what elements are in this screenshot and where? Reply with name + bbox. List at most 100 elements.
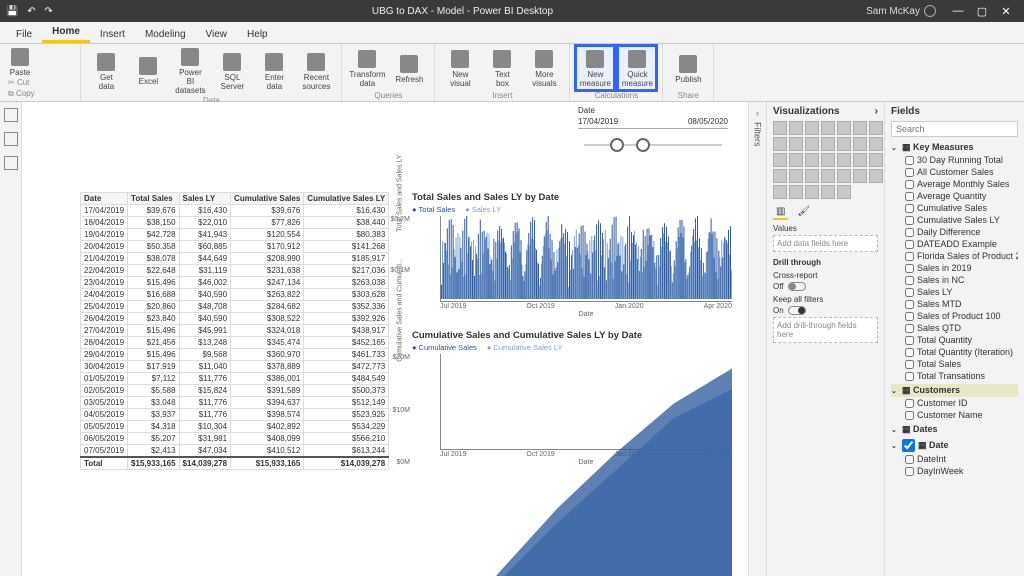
maximize-button[interactable]: ▢ bbox=[970, 5, 994, 18]
tab-modeling[interactable]: Modeling bbox=[135, 26, 196, 43]
viz-type-icon[interactable] bbox=[853, 153, 867, 167]
table-row[interactable]: 27/04/2019$15,496$45,991$324,018$438,917 bbox=[81, 325, 389, 337]
field-item[interactable]: Average Quantity bbox=[891, 190, 1018, 202]
viz-type-icon[interactable] bbox=[821, 121, 835, 135]
viz-type-icon[interactable] bbox=[837, 153, 851, 167]
table-row[interactable]: 25/04/2019$20,860$48,708$284,682$352,336 bbox=[81, 301, 389, 313]
field-item[interactable]: Sales in NC bbox=[891, 274, 1018, 286]
viz-type-icon[interactable] bbox=[869, 121, 883, 135]
slicer-knob-start[interactable] bbox=[610, 138, 624, 152]
slicer-from[interactable]: 17/04/2019 bbox=[578, 117, 618, 126]
viz-type-icon[interactable] bbox=[821, 137, 835, 151]
viz-type-icon[interactable] bbox=[853, 137, 867, 151]
table-row[interactable]: 20/04/2019$50,358$60,885$170,912$141,268 bbox=[81, 241, 389, 253]
viz-type-icon[interactable] bbox=[821, 153, 835, 167]
minimize-button[interactable]: — bbox=[946, 5, 970, 17]
tab-file[interactable]: File bbox=[6, 26, 42, 43]
viz-type-icon[interactable] bbox=[805, 185, 819, 199]
field-item[interactable]: All Customer Sales bbox=[891, 166, 1018, 178]
date-slicer[interactable]: Date 17/04/2019 08/05/2020 bbox=[578, 106, 728, 157]
new-measure-button[interactable]: Newmeasure bbox=[576, 46, 614, 90]
filters-pane-collapsed[interactable]: ‹ Filters bbox=[748, 102, 766, 576]
chevron-left-icon[interactable]: ‹ bbox=[756, 108, 759, 118]
viz-type-icon[interactable] bbox=[853, 121, 867, 135]
table-row[interactable]: 23/04/2019$15,496$46,002$247,134$263,038 bbox=[81, 277, 389, 289]
copy-button[interactable]: ⧉ Copy bbox=[6, 88, 74, 100]
sql-server-button[interactable]: SQLServer bbox=[213, 46, 251, 95]
viz-type-icon[interactable] bbox=[853, 169, 867, 183]
viz-type-icon[interactable] bbox=[837, 137, 851, 151]
tab-help[interactable]: Help bbox=[237, 26, 278, 43]
table-row[interactable]: 26/04/2019$23,840$40,590$308,522$392,926 bbox=[81, 313, 389, 325]
field-item[interactable]: Sales MTD bbox=[891, 298, 1018, 310]
publish-button[interactable]: Publish bbox=[669, 46, 707, 90]
viz-type-icon[interactable] bbox=[821, 169, 835, 183]
field-item[interactable]: Florida Sales of Product 2 ... bbox=[891, 250, 1018, 262]
enter-data-button[interactable]: Enterdata bbox=[255, 46, 293, 95]
field-item[interactable]: DATEADD Example bbox=[891, 238, 1018, 250]
viz-type-icon[interactable] bbox=[805, 121, 819, 135]
redo-icon[interactable]: ↷ bbox=[44, 6, 52, 17]
get-data-button[interactable]: Getdata bbox=[87, 46, 125, 95]
table-row[interactable]: 06/05/2019$5,207$31,981$408,099$566,210 bbox=[81, 433, 389, 445]
tab-insert[interactable]: Insert bbox=[90, 26, 135, 43]
field-item[interactable]: Total Transations bbox=[891, 370, 1018, 382]
transform-data-button[interactable]: Transformdata bbox=[348, 46, 386, 90]
field-table-dates[interactable]: ⌄ ▦ Dates bbox=[891, 423, 1018, 436]
recent-sources-button[interactable]: Recentsources bbox=[297, 46, 335, 95]
field-table-key-measures[interactable]: ⌄ ▦ Key Measures bbox=[891, 141, 1018, 154]
viz-type-icon[interactable] bbox=[789, 153, 803, 167]
close-button[interactable]: ✕ bbox=[994, 5, 1018, 18]
model-view-icon[interactable] bbox=[4, 156, 18, 170]
viz-type-icon[interactable] bbox=[821, 185, 835, 199]
chevron-right-icon[interactable]: › bbox=[875, 106, 878, 117]
field-item[interactable]: DayInWeek bbox=[891, 465, 1018, 477]
field-table-customers[interactable]: ⌄ ▦ Customers bbox=[891, 384, 1018, 397]
field-item[interactable]: Sales of Product 100 bbox=[891, 310, 1018, 322]
field-item[interactable]: Total Sales bbox=[891, 358, 1018, 370]
field-item[interactable]: Sales QTD bbox=[891, 322, 1018, 334]
field-item[interactable]: Total Quantity bbox=[891, 334, 1018, 346]
viz-type-icon[interactable] bbox=[789, 169, 803, 183]
field-item[interactable]: Cumulative Sales LY bbox=[891, 214, 1018, 226]
tab-home[interactable]: Home bbox=[42, 23, 90, 43]
field-table-date[interactable]: ⌄ ▦ Date bbox=[891, 438, 1018, 453]
viz-type-icon[interactable] bbox=[869, 169, 883, 183]
viz-type-icon[interactable] bbox=[789, 137, 803, 151]
table-row[interactable]: 21/04/2019$38,078$44,649$208,990$185,917 bbox=[81, 253, 389, 265]
table-row[interactable]: 30/04/2019$17,919$11,040$378,889$472,773 bbox=[81, 361, 389, 373]
chart-total-sales[interactable]: Total Sales and Sales LY by Date Total S… bbox=[412, 192, 732, 318]
viz-type-icon[interactable] bbox=[789, 185, 803, 199]
field-item[interactable]: DateInt bbox=[891, 453, 1018, 465]
field-item[interactable]: Average Monthly Sales bbox=[891, 178, 1018, 190]
sales-table[interactable]: DateTotal SalesSales LYCumulative SalesC… bbox=[80, 192, 380, 470]
drill-through-well[interactable]: Add drill-through fields here bbox=[773, 317, 878, 343]
viz-type-icon[interactable] bbox=[773, 169, 787, 183]
chart-cumulative-sales[interactable]: Cumulative Sales and Cumulative Sales LY… bbox=[412, 330, 732, 466]
data-view-icon[interactable] bbox=[4, 132, 18, 146]
fields-tab-icon[interactable]: ▥ bbox=[773, 205, 788, 220]
cut-button[interactable]: ✂ Cut bbox=[6, 77, 74, 88]
table-row[interactable]: 28/04/2019$21,456$13,248$345,474$452,165 bbox=[81, 337, 389, 349]
table-row[interactable]: 03/05/2019$3,048$11,776$394,637$512,149 bbox=[81, 397, 389, 409]
field-item[interactable]: Total Quantity (Iteration) bbox=[891, 346, 1018, 358]
tab-view[interactable]: View bbox=[196, 26, 238, 43]
table-row[interactable]: 29/04/2019$15,496$9,568$360,970$461,733 bbox=[81, 349, 389, 361]
viz-type-icon[interactable] bbox=[773, 121, 787, 135]
save-icon[interactable]: 💾 bbox=[6, 6, 18, 17]
viz-type-icon[interactable] bbox=[869, 137, 883, 151]
table-row[interactable]: 01/05/2019$7,112$11,776$386,001$484,549 bbox=[81, 373, 389, 385]
slicer-knob-end[interactable] bbox=[636, 138, 650, 152]
table-row[interactable]: 24/04/2019$16,688$40,590$263,822$303,628 bbox=[81, 289, 389, 301]
paste-button[interactable]: Paste bbox=[6, 46, 34, 77]
slicer-slider[interactable] bbox=[578, 135, 728, 157]
viz-type-icon[interactable] bbox=[805, 137, 819, 151]
table-row[interactable]: 07/05/2019$2,413$47,034$410,512$613,244 bbox=[81, 445, 389, 458]
table-row[interactable]: 19/04/2019$42,728$41,943$120,554$80,383 bbox=[81, 229, 389, 241]
viz-type-icon[interactable] bbox=[789, 121, 803, 135]
format-tab-icon[interactable]: 🖌 bbox=[794, 205, 813, 220]
table-row[interactable]: 02/05/2019$5,588$15,824$391,589$500,373 bbox=[81, 385, 389, 397]
table-row[interactable]: 04/05/2019$3,937$11,776$398,574$523,925 bbox=[81, 409, 389, 421]
table-row[interactable]: 05/05/2019$4,318$10,304$402,892$534,229 bbox=[81, 421, 389, 433]
field-item[interactable]: 30 Day Running Total bbox=[891, 154, 1018, 166]
